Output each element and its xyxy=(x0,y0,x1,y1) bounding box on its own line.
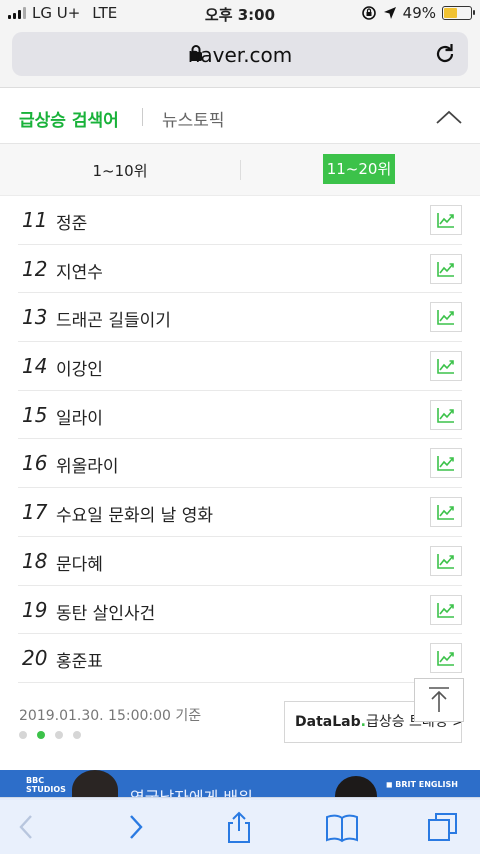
trend-chart-icon xyxy=(437,651,454,666)
browser-toolbar xyxy=(0,797,480,854)
list-item[interactable]: 11 정준 xyxy=(18,196,462,245)
tab-news-topic[interactable]: 뉴스토픽 xyxy=(162,106,225,131)
trending-header: 급상승 검색어 뉴스토픽 xyxy=(0,90,480,144)
scroll-to-top-button[interactable] xyxy=(414,678,464,722)
trend-chart-button[interactable] xyxy=(430,351,462,382)
trend-chart-icon xyxy=(437,505,454,520)
rank-number: 16 xyxy=(22,451,48,476)
bbc-logo-line1: BBC xyxy=(26,776,45,785)
list-item[interactable]: 17 수요일 문화의 날 영화 xyxy=(18,488,462,537)
browser-chrome: naver.com xyxy=(0,28,480,88)
page-dot-active[interactable] xyxy=(37,731,45,739)
forward-icon[interactable] xyxy=(118,810,152,844)
chevron-up-icon[interactable] xyxy=(434,106,464,128)
list-item[interactable]: 20 홍준표 xyxy=(18,634,462,683)
trending-footer: 2019.01.30. 15:00:00 기준 DataLab.급상승 트래킹 … xyxy=(0,685,480,765)
location-arrow-icon xyxy=(383,7,396,19)
status-right: 49% xyxy=(361,4,475,22)
rank-number: 15 xyxy=(22,402,48,427)
tab-rank-11-20[interactable]: 11~20위 xyxy=(323,154,395,184)
trend-chart-icon xyxy=(437,602,454,618)
ad-banner[interactable]: BBC STUDIOS 영국남자에게 배워 ◼ BRIT ENGLISH xyxy=(0,770,480,800)
bookmarks-icon[interactable] xyxy=(325,810,359,844)
rank-number: 14 xyxy=(22,354,48,379)
arrow-up-to-top-icon xyxy=(429,687,449,712)
trend-chart-icon xyxy=(437,456,454,472)
rank-number: 12 xyxy=(22,256,48,281)
trend-chart-button[interactable] xyxy=(430,643,462,674)
battery-icon xyxy=(442,6,475,20)
list-item[interactable]: 14 이강인 xyxy=(18,342,462,391)
trend-chart-icon xyxy=(437,310,454,326)
keyword-link[interactable]: 이강인 xyxy=(56,355,103,380)
page-dot[interactable] xyxy=(19,731,27,739)
status-bar: LG U+ LTE 오후 3:00 49% xyxy=(0,0,480,28)
rank-range-tabs: 1~10위 11~20위 xyxy=(0,144,480,196)
keyword-link[interactable]: 지연수 xyxy=(56,258,103,283)
base-time: 2019.01.30. 15:00:00 기준 xyxy=(19,708,202,724)
bbc-logo-line2: STUDIOS xyxy=(26,785,66,794)
list-item[interactable]: 13 드래곤 길들이기 xyxy=(18,293,462,343)
page-dot[interactable] xyxy=(55,731,63,739)
orientation-lock-icon xyxy=(361,6,376,20)
trend-chart-button[interactable] xyxy=(430,497,462,528)
tab-rank-1-10[interactable]: 1~10위 xyxy=(0,160,240,181)
back-icon[interactable] xyxy=(10,810,44,844)
page-dot[interactable] xyxy=(73,731,81,739)
datalab-brand: DataLab xyxy=(295,714,361,730)
rank-number: 13 xyxy=(22,305,48,330)
trend-chart-icon xyxy=(437,213,454,228)
list-item[interactable]: 15 일라이 xyxy=(18,391,462,440)
keyword-link[interactable]: 위올라이 xyxy=(56,452,119,477)
trend-chart-button[interactable] xyxy=(430,545,462,576)
trend-chart-button[interactable] xyxy=(430,302,462,333)
tabs-icon[interactable] xyxy=(426,810,460,844)
header-divider xyxy=(142,108,143,126)
trend-chart-icon xyxy=(437,553,454,569)
share-icon[interactable] xyxy=(222,810,256,844)
list-item[interactable]: 12 지연수 xyxy=(18,245,462,294)
keyword-link[interactable]: 동탄 살인사건 xyxy=(56,599,155,624)
trend-chart-button[interactable] xyxy=(430,594,462,625)
list-item[interactable]: 18 문다혜 xyxy=(18,537,462,586)
battery-percent: 49% xyxy=(402,4,436,22)
keyword-link[interactable]: 드래곤 길들이기 xyxy=(56,306,171,331)
reload-icon[interactable] xyxy=(432,41,458,67)
brit-english-logo: ◼ BRIT ENGLISH xyxy=(385,780,458,789)
keyword-link[interactable]: 정준 xyxy=(56,209,87,234)
keyword-link[interactable]: 수요일 문화의 날 영화 xyxy=(56,501,213,526)
list-item[interactable]: 19 동탄 살인사건 xyxy=(18,586,462,635)
keyword-link[interactable]: 일라이 xyxy=(56,404,103,429)
trend-chart-button[interactable] xyxy=(430,253,462,284)
url-domain: naver.com xyxy=(187,43,293,67)
keyword-link[interactable]: 문다혜 xyxy=(56,550,103,575)
trend-chart-button[interactable] xyxy=(430,448,462,479)
rank-number: 18 xyxy=(22,548,48,573)
tab-realtime-search[interactable]: 급상승 검색어 xyxy=(19,106,119,131)
trend-chart-icon xyxy=(437,407,454,423)
page-indicator xyxy=(19,731,81,739)
range-divider xyxy=(240,160,241,180)
rank-number: 20 xyxy=(22,646,48,671)
address-bar[interactable]: naver.com xyxy=(12,32,468,76)
trend-chart-icon xyxy=(437,359,454,374)
trend-chart-button[interactable] xyxy=(430,399,462,430)
rank-number: 11 xyxy=(22,208,48,232)
trend-chart-button[interactable] xyxy=(430,205,462,235)
banner-person-image xyxy=(72,770,118,800)
rank-number: 19 xyxy=(22,597,48,622)
list-item[interactable]: 16 위올라이 xyxy=(18,439,462,489)
rank-number: 17 xyxy=(22,500,48,525)
keyword-link[interactable]: 홍준표 xyxy=(56,647,103,672)
trend-chart-icon xyxy=(437,261,454,277)
bbc-studios-logo: BBC STUDIOS xyxy=(26,776,66,794)
keyword-list: 11 정준 12 지연수 13 드래곤 길들이기 14 이강인 15 일라이 1… xyxy=(0,196,480,683)
